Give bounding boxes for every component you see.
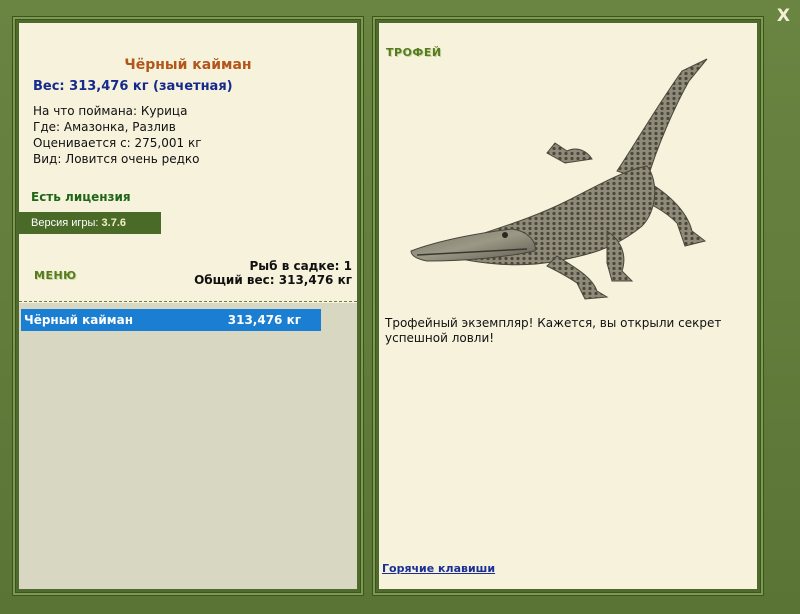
trophy-description: Трофейный экземпляр! Кажется, вы открыли… (385, 316, 722, 345)
version-box: Версия игры: 3.7.6 (19, 212, 161, 234)
fish-count: Рыб в садке: 1 (249, 259, 353, 273)
divider (19, 301, 357, 302)
total-weight: Общий вес: 313,476 кг (194, 273, 352, 287)
hotkeys-link[interactable]: Горячие клавиши (382, 562, 495, 575)
caught-on-text: На что поймана: Курица (33, 104, 188, 118)
location-text: Где: Амазонка, Разлив (33, 120, 176, 134)
fish-weight: Вес: 313,476 кг (зачетная) (33, 79, 233, 94)
trophy-inner: ТРОФЕЙ Трофейный экземпляр! Кажется, вы … (379, 23, 757, 589)
list-item-weight: 313,476 кг (227, 313, 301, 327)
trophy-panel: ТРОФЕЙ Трофейный экземпляр! Кажется, вы … (372, 16, 764, 596)
fish-name: Чёрный кайман (124, 57, 252, 73)
close-button[interactable]: X (777, 6, 790, 26)
fish-details: На что поймана: Курица Где: Амазонка, Ра… (33, 103, 202, 167)
valued-from-text: Оценивается с: 275,001 кг (33, 136, 202, 150)
version-value: 3.7.6 (101, 217, 126, 229)
menu-button[interactable]: МЕНЮ (34, 269, 77, 282)
list-item[interactable]: Чёрный кайман 313,476 кг (21, 309, 321, 331)
catch-list: Чёрный кайман 313,476 кг (19, 303, 357, 589)
list-item-name: Чёрный кайман (24, 313, 134, 327)
keepnet-stats: Рыб в садке: 1 Общий вес: 313,476 кг (194, 259, 352, 287)
fish-info-inner: Чёрный кайман Вес: 313,476 кг (зачетная)… (19, 23, 357, 589)
rarity-text: Вид: Ловится очень редко (33, 152, 200, 166)
fish-info-panel: Чёрный кайман Вес: 313,476 кг (зачетная)… (12, 16, 364, 596)
window-frame: X Чёрный кайман Вес: 313,476 кг (зачетна… (0, 0, 800, 614)
version-label: Версия игры: (31, 217, 99, 229)
license-status: Есть лицензия (31, 190, 131, 204)
caiman-image (410, 58, 708, 300)
